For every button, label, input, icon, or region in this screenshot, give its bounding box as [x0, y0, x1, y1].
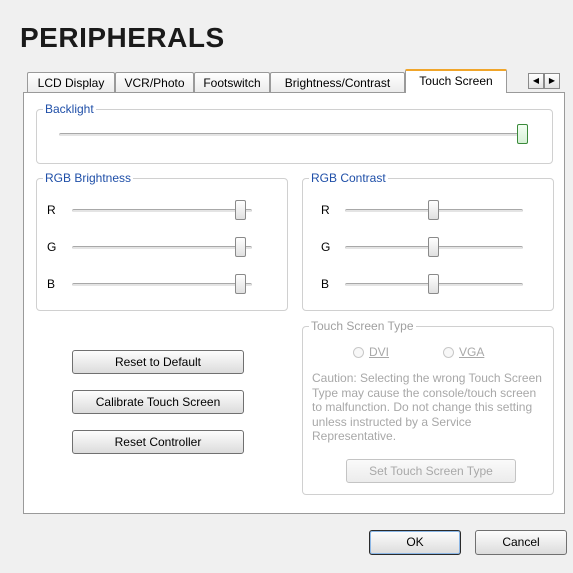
reset-to-default-button[interactable]: Reset to Default	[72, 350, 244, 374]
caution-text: Caution: Selecting the wrong Touch Scree…	[312, 371, 542, 443]
contrast-g-label: G	[321, 240, 331, 254]
brightness-b-track	[72, 283, 252, 287]
brightness-g-track	[72, 246, 252, 250]
contrast-g-slider-thumb[interactable]	[428, 237, 439, 257]
cancel-button[interactable]: Cancel	[475, 530, 567, 555]
set-touch-screen-type-button[interactable]: Set Touch Screen Type	[346, 459, 516, 483]
calibrate-touch-screen-button[interactable]: Calibrate Touch Screen	[72, 390, 244, 414]
tab-scroll-left-icon[interactable]: ◀	[528, 73, 544, 89]
brightness-b-slider-thumb[interactable]	[235, 274, 246, 294]
tab-panel: Backlight RGB Brightness R G B RGB Contr…	[23, 92, 565, 514]
dvi-radio-label: DVI	[369, 345, 390, 359]
rgb-brightness-label: RGB Brightness	[43, 171, 134, 185]
dvi-radio[interactable]	[353, 347, 364, 358]
brightness-r-slider-thumb[interactable]	[235, 200, 246, 220]
brightness-b-label: B	[47, 277, 56, 291]
reset-controller-button[interactable]: Reset Controller	[72, 430, 244, 454]
contrast-r-slider-thumb[interactable]	[428, 200, 439, 220]
touch-screen-type-label: Touch Screen Type	[309, 319, 416, 333]
backlight-slider-thumb[interactable]	[517, 124, 528, 144]
brightness-r-track	[72, 209, 252, 213]
tab-lcd-display[interactable]: LCD Display	[27, 72, 115, 92]
rgb-contrast-group: RGB Contrast R G B	[302, 171, 554, 311]
page-title: PERIPHERALS	[20, 22, 225, 53]
tab-brightness-contrast[interactable]: Brightness/Contrast	[270, 72, 405, 92]
touch-screen-type-group: Touch Screen Type DVI VGA Caution: Selec…	[302, 319, 554, 495]
contrast-r-label: R	[321, 203, 330, 217]
ok-button[interactable]: OK	[369, 530, 461, 555]
rgb-contrast-label: RGB Contrast	[309, 171, 388, 185]
contrast-b-label: B	[321, 277, 330, 291]
tab-vcr-photo[interactable]: VCR/Photo	[115, 72, 194, 92]
backlight-group: Backlight	[36, 102, 553, 164]
vga-radio[interactable]	[443, 347, 454, 358]
backlight-label: Backlight	[43, 102, 96, 116]
backlight-track	[59, 133, 525, 137]
tab-scroll-right-icon[interactable]: ▶	[544, 73, 560, 89]
contrast-b-slider-thumb[interactable]	[428, 274, 439, 294]
tab-footswitch[interactable]: Footswitch	[194, 72, 270, 92]
brightness-g-slider-thumb[interactable]	[235, 237, 246, 257]
tab-touch-screen[interactable]: Touch Screen	[405, 69, 507, 93]
rgb-brightness-group: RGB Brightness R G B	[36, 171, 288, 311]
brightness-r-label: R	[47, 203, 56, 217]
brightness-g-label: G	[47, 240, 57, 254]
vga-radio-label: VGA	[459, 345, 485, 359]
